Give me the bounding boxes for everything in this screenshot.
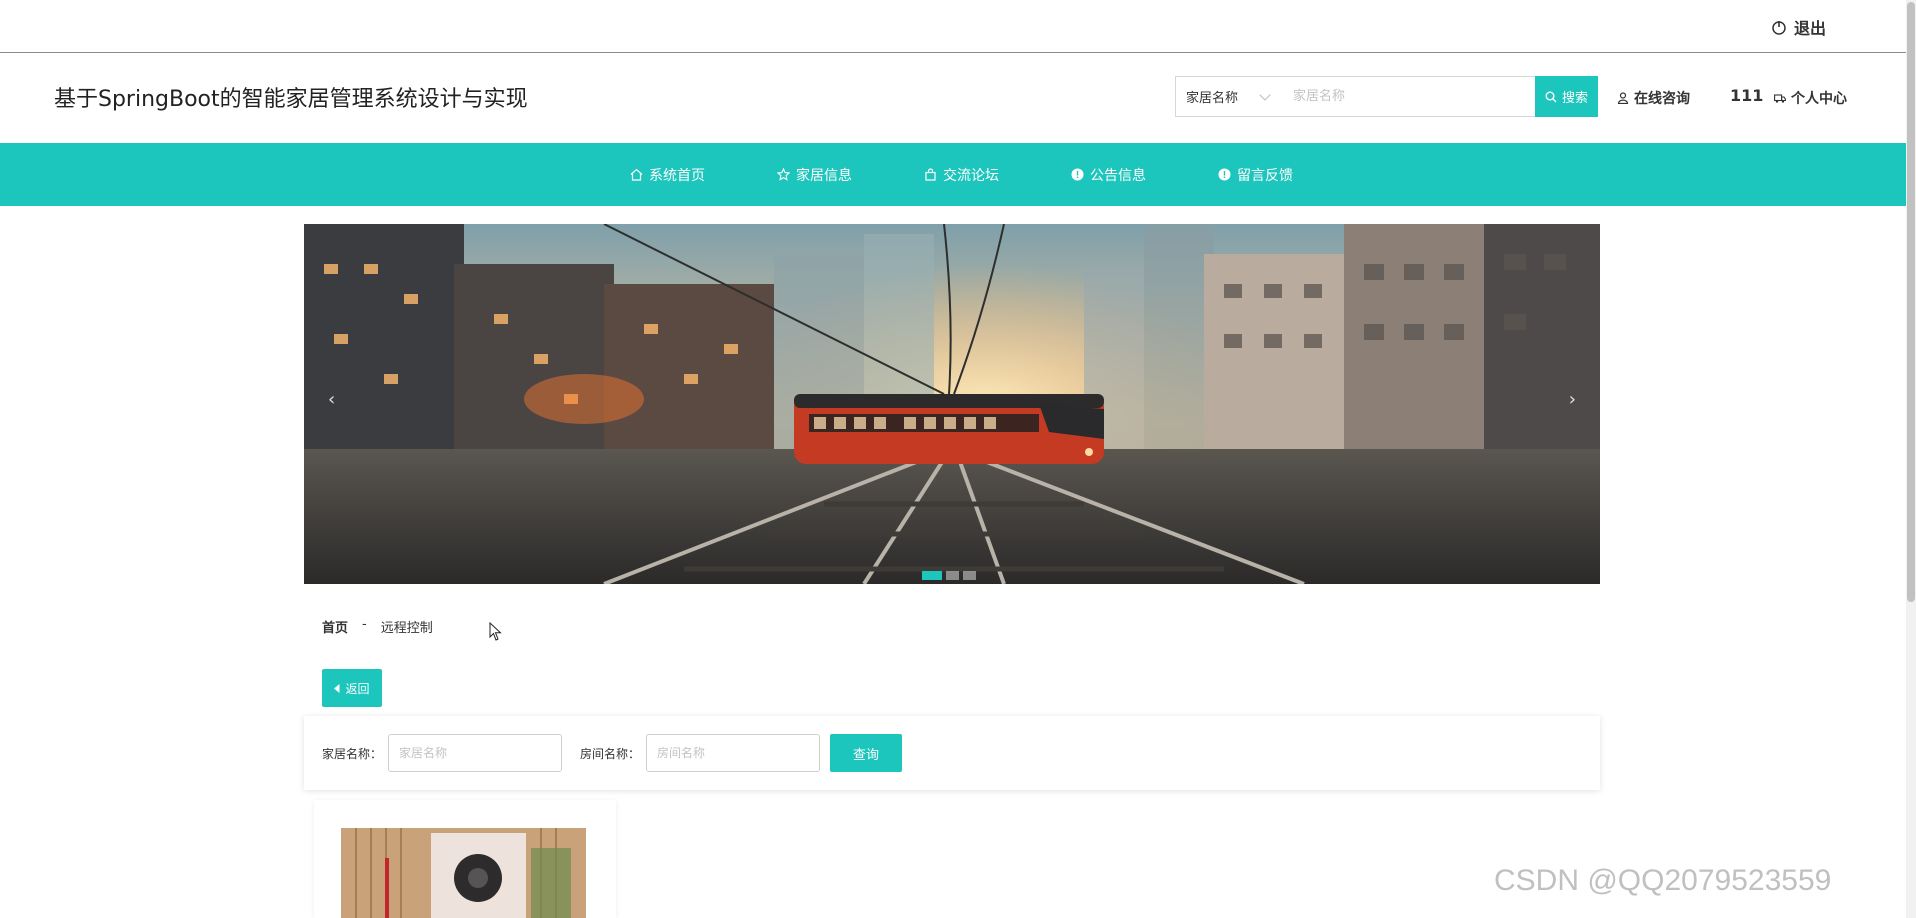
nav-item-label: 交流论坛 bbox=[943, 167, 999, 184]
chevron-down-icon bbox=[1259, 89, 1271, 101]
search-button[interactable]: 搜索 bbox=[1535, 76, 1598, 117]
logout-button[interactable]: 退出 bbox=[1771, 15, 1826, 39]
search-field-select[interactable]: 家居名称 bbox=[1176, 77, 1279, 116]
carousel-prev-button[interactable]: ‹ bbox=[328, 389, 335, 410]
product-image bbox=[341, 828, 586, 918]
breadcrumb-home[interactable]: 首页 bbox=[322, 617, 348, 636]
product-card[interactable] bbox=[314, 800, 616, 918]
banner-image bbox=[304, 224, 1600, 584]
nav-item-label: 公告信息 bbox=[1090, 167, 1146, 184]
nav-item-feedback[interactable]: 留言反馈 bbox=[1182, 143, 1329, 206]
user-center-label: 个人中心 bbox=[1791, 91, 1847, 107]
search-input[interactable] bbox=[1279, 77, 1535, 116]
home-name-label: 家居名称： bbox=[322, 746, 383, 761]
main-nav: 系统首页 家居信息 交流论坛 公告信息 留言反馈 bbox=[0, 143, 1906, 206]
mouse-cursor-icon bbox=[489, 622, 502, 641]
nav-item-label: 家居信息 bbox=[796, 167, 852, 184]
room-name-label: 房间名称： bbox=[580, 746, 641, 761]
home-icon bbox=[630, 168, 643, 181]
breadcrumb: 首页 - 远程控制 bbox=[322, 617, 433, 636]
search-field-value: 家居名称 bbox=[1186, 91, 1239, 106]
home-name-input[interactable] bbox=[388, 734, 563, 772]
breadcrumb-separator: - bbox=[362, 617, 367, 632]
watermark: CSDN @QQ2079523559 bbox=[1494, 864, 1832, 897]
carousel-dot[interactable] bbox=[922, 571, 942, 580]
query-button[interactable]: 查询 bbox=[830, 734, 903, 772]
nav-item-furniture[interactable]: 家居信息 bbox=[741, 143, 888, 206]
consult-link[interactable]: 在线咨询 bbox=[1617, 88, 1690, 108]
back-button[interactable]: 返回 bbox=[322, 669, 382, 707]
breadcrumb-current: 远程控制 bbox=[380, 621, 433, 636]
nav-item-home[interactable]: 系统首页 bbox=[594, 143, 741, 206]
header: 基于SpringBoot的智能家居管理系统设计与实现 家居名称 搜索 在线咨询 … bbox=[0, 54, 1906, 143]
consult-label: 在线咨询 bbox=[1634, 91, 1690, 107]
search-bar: 家居名称 搜索 bbox=[1175, 76, 1598, 117]
carousel-indicators bbox=[922, 571, 976, 580]
info-icon bbox=[1218, 168, 1231, 181]
search-icon bbox=[1545, 91, 1557, 102]
star-icon bbox=[777, 168, 790, 181]
truck-icon bbox=[1774, 94, 1786, 103]
scrollbar-thumb[interactable] bbox=[1907, 2, 1915, 602]
room-name-input[interactable] bbox=[646, 734, 821, 772]
username[interactable]: 111 bbox=[1730, 86, 1763, 105]
nav-item-label: 系统首页 bbox=[649, 167, 705, 184]
info-icon bbox=[1071, 168, 1084, 181]
back-button-label: 返回 bbox=[345, 681, 370, 696]
nav-item-label: 留言反馈 bbox=[1237, 167, 1293, 184]
banner-carousel[interactable]: ‹ › bbox=[304, 224, 1600, 584]
search-button-label: 搜索 bbox=[1561, 91, 1588, 106]
power-icon bbox=[1772, 21, 1786, 35]
nav-item-notice[interactable]: 公告信息 bbox=[1035, 143, 1182, 206]
carousel-next-button[interactable]: › bbox=[1569, 389, 1576, 410]
bag-icon bbox=[925, 168, 936, 181]
user-icon bbox=[1617, 92, 1629, 104]
query-form: 家居名称： 房间名称： 查询 bbox=[304, 716, 1600, 790]
logout-label: 退出 bbox=[1793, 19, 1826, 38]
scrollbar[interactable] bbox=[1906, 0, 1916, 918]
site-title: 基于SpringBoot的智能家居管理系统设计与实现 bbox=[54, 87, 528, 112]
top-strip: 退出 bbox=[0, 0, 1906, 53]
nav-item-forum[interactable]: 交流论坛 bbox=[888, 143, 1035, 206]
caret-left-icon bbox=[334, 683, 340, 693]
carousel-dot[interactable] bbox=[963, 571, 976, 580]
carousel-dot[interactable] bbox=[946, 571, 959, 580]
user-center-link[interactable]: 个人中心 bbox=[1774, 88, 1847, 108]
